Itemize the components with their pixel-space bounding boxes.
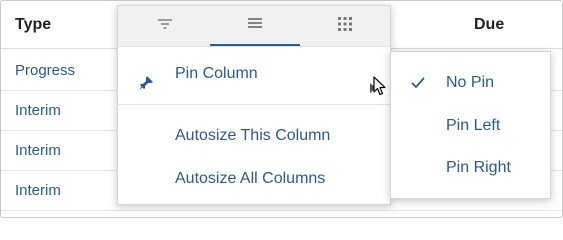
mouse-cursor-icon: [373, 76, 387, 101]
autosize-this-label: Autosize This Column: [175, 127, 331, 144]
submenu-item-no-pin[interactable]: No Pin: [391, 62, 550, 104]
pin-submenu: No Pin Pin Left Pin Right: [390, 51, 551, 199]
pin-right-label: Pin Right: [446, 159, 511, 176]
menu-item-autosize-all-columns[interactable]: Autosize All Columns: [118, 159, 390, 199]
pin-left-label: Pin Left: [446, 117, 501, 134]
tab-general-menu[interactable]: [210, 6, 300, 46]
no-pin-label: No Pin: [446, 74, 495, 91]
menu-lines-icon: [247, 16, 263, 34]
cell-type: Interim: [15, 142, 61, 159]
menu-item-autosize-this-column[interactable]: Autosize This Column: [118, 116, 390, 156]
pin-icon: [138, 67, 154, 107]
filter-icon: [157, 17, 173, 35]
column-menu-tabs: [118, 6, 390, 47]
tab-filter[interactable]: [120, 6, 210, 46]
submenu-item-pin-left[interactable]: Pin Left: [391, 105, 550, 147]
pin-column-label: Pin Column: [175, 65, 258, 82]
tab-columns[interactable]: [300, 6, 390, 46]
menu-separator: [118, 104, 390, 105]
grid-icon: [338, 16, 352, 36]
menu-item-pin-column[interactable]: Pin Column: [118, 54, 390, 94]
cell-type: Progress: [15, 62, 76, 79]
header-type[interactable]: Type: [15, 1, 51, 48]
cell-type: Interim: [15, 182, 61, 199]
header-due[interactable]: Due: [474, 1, 504, 48]
checkmark-icon: [411, 62, 425, 104]
cell-type: Interim: [15, 102, 61, 119]
column-menu: Pin Column Autosize This Column Autosize…: [117, 5, 391, 205]
submenu-item-pin-right[interactable]: Pin Right: [391, 147, 550, 189]
autosize-all-label: Autosize All Columns: [175, 170, 326, 187]
